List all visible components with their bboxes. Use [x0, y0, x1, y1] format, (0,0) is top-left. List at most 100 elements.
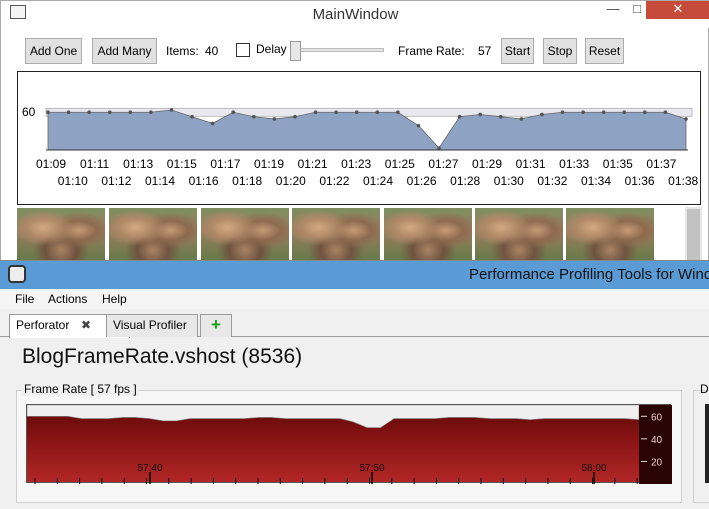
- graph-x-tick-label: 01:21: [298, 157, 328, 171]
- graph-x-tick-label: 01:13: [123, 157, 153, 171]
- stop-button[interactable]: Stop: [543, 38, 577, 64]
- graph-point: [354, 110, 359, 115]
- graph-x-tick-label: 01:26: [407, 174, 437, 188]
- close-icon[interactable]: ✕: [646, 1, 709, 19]
- graph-point: [396, 110, 400, 115]
- graph-x-tick-label: 01:17: [210, 157, 240, 171]
- frame-rate-label: Frame Rate:: [398, 44, 465, 58]
- add-many-button[interactable]: Add Many: [92, 38, 157, 64]
- cat-image: [17, 208, 105, 263]
- cat-image: [566, 208, 654, 263]
- add-one-button[interactable]: Add One: [25, 38, 82, 64]
- graph-point: [272, 117, 277, 121]
- graph-area: [47, 109, 687, 151]
- graph-point: [66, 110, 71, 115]
- tab-visual-profiler[interactable]: Visual Profiler: [106, 314, 198, 337]
- reset-button[interactable]: Reset: [585, 38, 624, 64]
- graph-point: [457, 114, 462, 119]
- graph-point: [87, 110, 91, 115]
- profiler-title: Performance Profiling Tools for Wind: [469, 266, 709, 283]
- graph-x-tick-label: 01:11: [80, 157, 109, 171]
- add-tab-button[interactable]: +: [200, 314, 232, 337]
- delay-checkbox[interactable]: [236, 43, 250, 57]
- menu-help[interactable]: Help: [102, 292, 127, 306]
- graph-point: [210, 121, 215, 126]
- delay-slider-thumb[interactable]: [290, 41, 301, 61]
- graph-point: [540, 112, 544, 117]
- maximize-icon[interactable]: □: [627, 1, 647, 19]
- scrollbar-thumb[interactable]: [687, 209, 700, 261]
- right-panel-label: D: [700, 382, 709, 396]
- graph-point: [581, 110, 585, 115]
- graph-x-tick-label: 01:38: [668, 174, 698, 188]
- graph-point: [169, 108, 174, 112]
- cat-image: [109, 208, 197, 263]
- graph-x-tick-label: 01:29: [472, 157, 502, 171]
- close-tab-icon[interactable]: ✖: [81, 315, 91, 336]
- profiler-x-tick-label: 57:50: [359, 463, 384, 474]
- graph-x-tick-label: 01:23: [341, 157, 371, 171]
- graph-point: [128, 110, 133, 115]
- graph-x-tick-label: 01:16: [189, 174, 219, 188]
- delay-label: Delay: [256, 42, 287, 56]
- graph-x-tick-label: 01:28: [450, 174, 480, 188]
- cat-image: [384, 208, 472, 263]
- minimize-icon[interactable]: —: [602, 1, 624, 19]
- graph-x-tick-label: 01:22: [319, 174, 349, 188]
- profiler-frame-rate-chart: 60 40 20 57:40 57:50 58:00: [26, 404, 672, 484]
- graph-point: [313, 110, 318, 115]
- frame-rate-graph-svg: 60 01:09 01:11 01:13 01:15 01:17 01:19 01:21 01:…: [22, 105, 699, 188]
- frame-rate-panel-title: Frame Rate [ 57 fps ]: [22, 382, 139, 396]
- graph-point: [416, 123, 421, 128]
- graph-x-tick-label: 01:15: [167, 157, 197, 171]
- graph-point: [437, 146, 441, 150]
- vertical-scrollbar[interactable]: [685, 207, 702, 263]
- graph-point: [149, 110, 153, 115]
- graph-point: [498, 114, 503, 119]
- graph-x-tick-label: 01:12: [101, 174, 131, 188]
- graph-point: [519, 117, 524, 121]
- graph-point: [622, 110, 627, 115]
- graph-x-tick-label: 01:35: [603, 157, 633, 171]
- cat-image: [292, 208, 380, 263]
- menu-actions[interactable]: Actions: [48, 292, 87, 306]
- tab-perforator-label: Perforator: [16, 318, 70, 332]
- right-panel-plot: [705, 404, 709, 483]
- graph-point: [560, 110, 565, 115]
- graph-x-tick-label: 01:30: [494, 174, 524, 188]
- graph-point: [478, 112, 482, 117]
- graph-y-label: 60: [22, 105, 36, 119]
- graph-x-tick-label: 01:27: [428, 157, 458, 171]
- graph-x-tick-label: 01:37: [646, 157, 676, 171]
- process-title: BlogFrameRate.vshost (8536): [22, 345, 303, 368]
- start-button[interactable]: Start: [501, 38, 534, 64]
- menu-bar: File Actions Help: [0, 289, 709, 309]
- items-value: 40: [205, 44, 219, 58]
- graph-x-tick-label: 01:25: [385, 157, 415, 171]
- image-strip: [17, 208, 682, 263]
- graph-x-tick-label: 01:09: [36, 157, 66, 171]
- profiler-x-tick-label: 58:00: [581, 463, 606, 474]
- shield-icon: [8, 265, 26, 283]
- graph-point: [663, 110, 668, 115]
- graph-x-tick-label: 01:24: [363, 174, 393, 188]
- delay-slider-track[interactable]: [290, 48, 384, 52]
- graph-x-tick-label: 01:31: [516, 157, 546, 171]
- graph-x-tick-label: 01:18: [232, 174, 262, 188]
- tab-strip: Perforator ✖ Visual Profiler +: [0, 311, 709, 338]
- graph-point: [684, 117, 688, 121]
- profiler-titlebar: Performance Profiling Tools for Wind: [0, 261, 709, 289]
- graph-point: [107, 110, 112, 115]
- items-label: Items:: [166, 44, 199, 58]
- graph-point: [231, 110, 236, 115]
- graph-point: [46, 110, 50, 115]
- graph-point: [252, 114, 256, 119]
- cat-image: [475, 208, 563, 263]
- profiler-frame-rate-svg: 60 40 20 57:40 57:50 58:00: [26, 404, 672, 484]
- graph-x-tick-label: 01:32: [537, 174, 567, 188]
- graph-x-tick-label: 01:14: [145, 174, 175, 188]
- graph-point: [601, 110, 606, 115]
- frame-rate-graph: 60 01:09 01:11 01:13 01:15 01:17 01:19 01:21 01:…: [17, 71, 701, 205]
- menu-file[interactable]: File: [15, 292, 34, 306]
- graph-point: [334, 110, 338, 115]
